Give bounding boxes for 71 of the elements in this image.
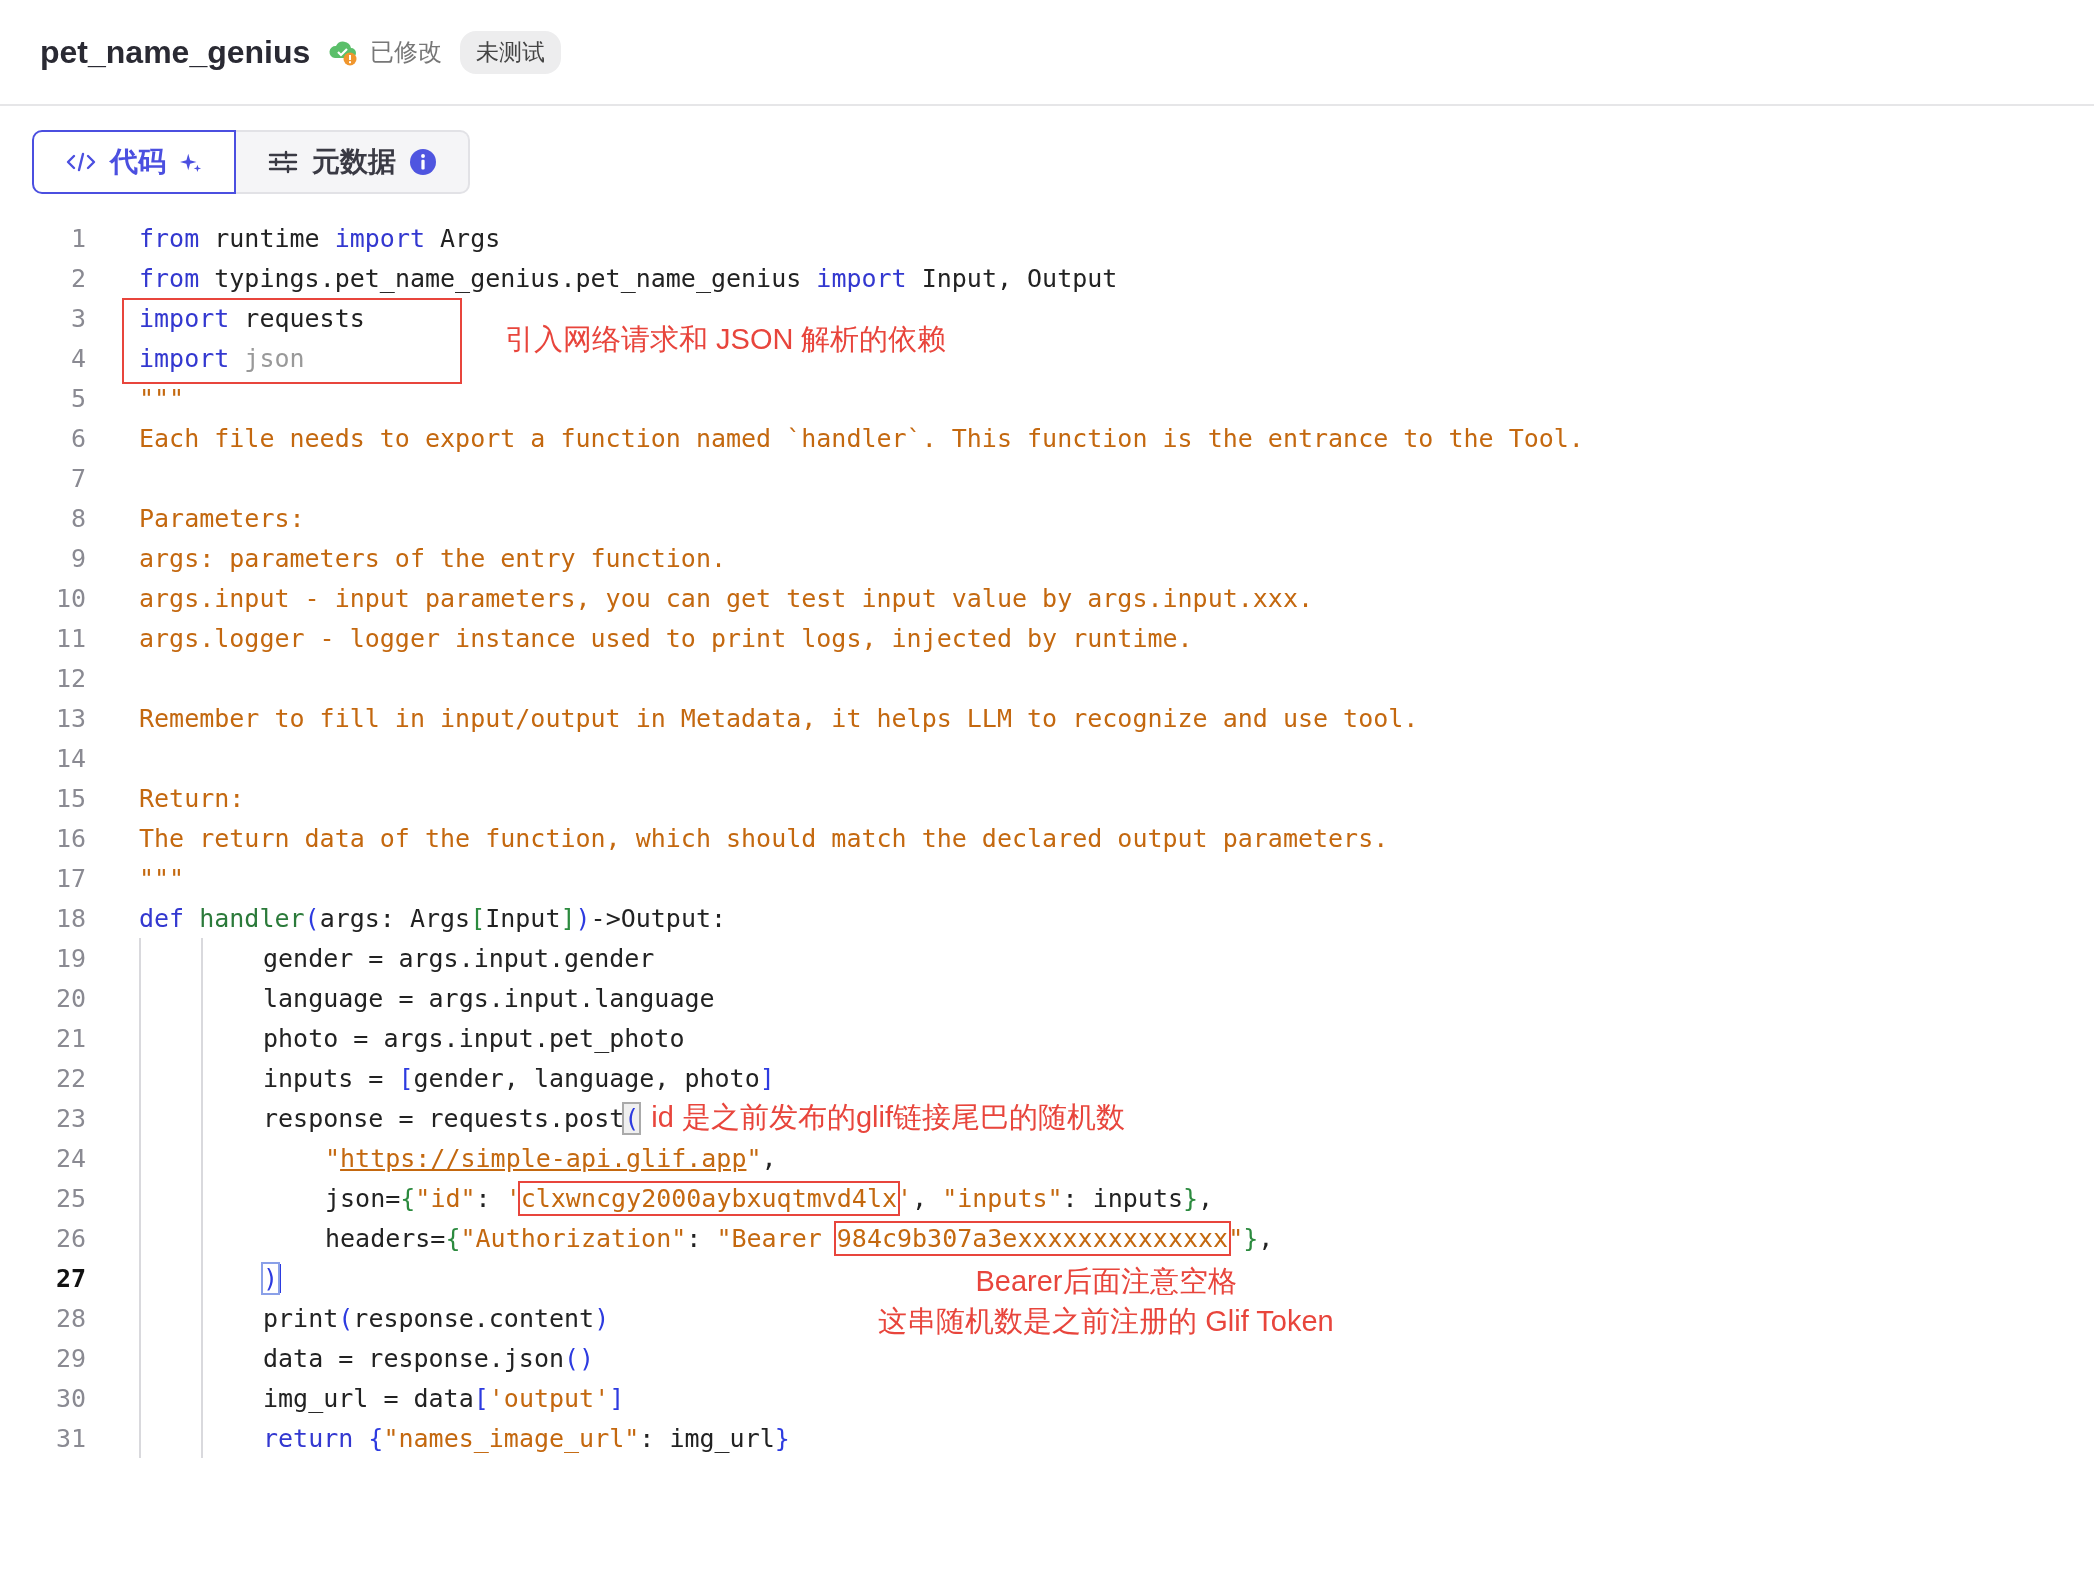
code-line: inputs = [gender, language, photo] [263, 1063, 775, 1093]
line-number: 19 [54, 943, 86, 973]
code-line: import json [139, 343, 305, 373]
line-number: 1 [69, 223, 86, 253]
status-text: 已修改 [370, 37, 443, 67]
info-icon [410, 149, 436, 175]
code-line: ) [263, 1263, 279, 1293]
annotation-note: Bearer后面注意空格 [975, 1264, 1237, 1299]
line-number: 29 [54, 1343, 86, 1373]
annotation-note: id 是之前发布的glif链接尾巴的随机数 [651, 1100, 1125, 1135]
code-line: import requests [139, 303, 365, 333]
line-number: 16 [54, 823, 86, 853]
line-number: 21 [54, 1023, 86, 1053]
line-number: 11 [54, 623, 86, 653]
line-number: 20 [54, 983, 86, 1013]
tab[interactable]: 元数据 [236, 130, 470, 194]
line-number: 30 [54, 1383, 86, 1413]
tab[interactable]: 代码 [32, 130, 236, 194]
line-number: 10 [54, 583, 86, 613]
code-line: args.input - input parameters, you can get test input value by args.input.xxx. [139, 583, 1313, 613]
code-line: args.logger - logger instance used to print logs, injected by runtime. [139, 623, 1193, 653]
code-line: """ [139, 383, 185, 413]
line-number: 18 [54, 903, 86, 933]
code-icon [66, 150, 96, 174]
code-line: Return: [139, 783, 245, 813]
line-number: 13 [54, 703, 86, 733]
code-line: Parameters: [139, 503, 305, 533]
sliders-icon [268, 150, 298, 174]
code-line: from runtime import Args [139, 223, 501, 253]
code-line: The return data of the function, which should match the declared output parameters. [139, 823, 1389, 853]
code-line: return {"names_image_url": img_url} [263, 1423, 790, 1453]
line-number: 28 [54, 1303, 86, 1333]
line-number: 4 [69, 343, 86, 373]
line-number: 6 [69, 423, 86, 453]
line-number: 25 [54, 1183, 86, 1213]
line-number: 8 [69, 503, 86, 533]
line-number: 7 [69, 463, 86, 493]
code-line: img_url = data['output'] [263, 1383, 625, 1413]
line-number: 9 [69, 543, 86, 573]
code-line: gender = args.input.gender [263, 943, 655, 973]
code-line: Each file needs to export a function named `handler`. This function is the entrance to the Tool. [139, 423, 1584, 453]
code-line: language = args.input.language [263, 983, 715, 1013]
line-number: 31 [54, 1423, 86, 1453]
code-line: Remember to fill in input/output in Metadata, it helps LLM to recognize and use tool. [139, 703, 1419, 733]
code-line: "https://simple-api.glif.app", [325, 1143, 777, 1173]
code-line: photo = args.input.pet_photo [263, 1023, 685, 1053]
tool-title: pet_name_genius [40, 33, 311, 71]
code-line: response = requests.post( [263, 1103, 640, 1133]
code-line: json={"id": 'clxwncgy2000aybxuqtmvd4lx', "inputs": inputs}, [325, 1183, 1214, 1213]
code-line: args: parameters of the entry function. [139, 543, 726, 573]
line-number: 22 [54, 1063, 86, 1093]
line-number: 5 [69, 383, 86, 413]
line-number: 27 [54, 1263, 86, 1293]
code-line: data = response.json() [263, 1343, 595, 1373]
code-line: headers={"Authorization": "Bearer 984c9b307a3exxxxxxxxxxxxxx"}, [325, 1223, 1274, 1253]
annotation-note: 引入网络请求和 JSON 解析的依赖 [505, 322, 947, 357]
line-number: 23 [54, 1103, 86, 1133]
code-line: """ [139, 863, 185, 893]
line-number: 26 [54, 1223, 86, 1253]
code-line: from typings.pet_name_genius.pet_name_genius import Input, Output [139, 263, 1118, 293]
code-line: print(response.content) [263, 1303, 610, 1333]
line-number: 3 [69, 303, 86, 333]
line-number: 2 [69, 263, 86, 293]
line-number: 17 [54, 863, 86, 893]
code-line: def handler(args: Args[Input])->Output: [139, 903, 727, 933]
test-status-badge: 未测试 [460, 30, 562, 74]
line-number: 12 [54, 663, 86, 693]
line-number: 24 [54, 1143, 86, 1173]
line-number: 15 [54, 783, 86, 813]
line-number: 14 [54, 743, 86, 773]
annotation-note: 这串随机数是之前注册的 Glif Token [878, 1304, 1334, 1339]
